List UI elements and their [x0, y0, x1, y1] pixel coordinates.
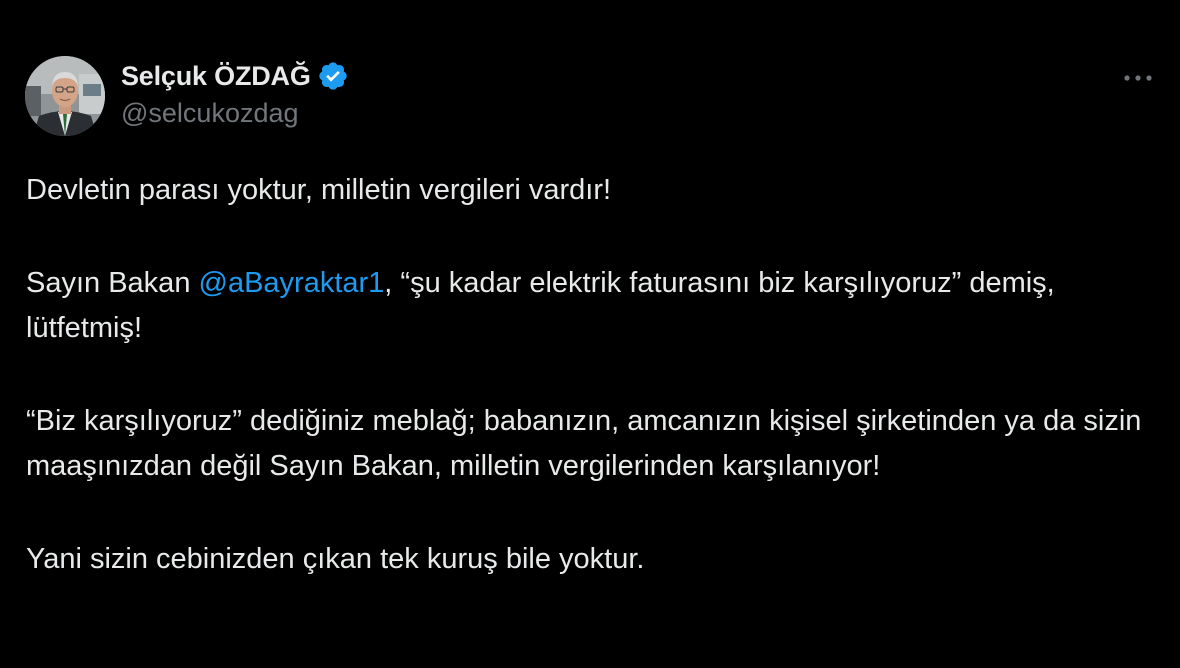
tweet-paragraph-4: Yani sizin cebinizden çıkan tek kuruş bi…	[26, 543, 645, 575]
tweet-paragraph-2-start: Sayın Bakan	[26, 267, 199, 299]
mention-link[interactable]: @aBayraktar1	[199, 267, 385, 299]
more-horizontal-icon	[1124, 75, 1152, 81]
author-display-name[interactable]: Selçuk ÖZDAĞ	[121, 61, 311, 92]
tweet-paragraph-3: “Biz karşılıyoruz” dediğiniz meblağ; bab…	[26, 405, 1142, 482]
verified-badge-icon[interactable]	[317, 60, 349, 92]
tweet-paragraph-1: Devletin parası yoktur, milletin vergile…	[26, 174, 612, 206]
tweet-paragraph-2: Sayın Bakan @aBayraktar1, “şu kadar elek…	[26, 261, 1156, 351]
author-handle[interactable]: @selcukozdag	[121, 98, 299, 129]
author-name-row: Selçuk ÖZDAĞ	[121, 58, 349, 94]
more-options-button[interactable]	[1118, 64, 1158, 92]
tweet-text: Devletin parası yoktur, milletin vergile…	[26, 168, 1156, 582]
avatar-image	[25, 56, 105, 136]
tweet-card: Selçuk ÖZDAĞ @selcukozdag Devletin paras…	[0, 0, 1180, 668]
avatar[interactable]	[25, 56, 105, 136]
